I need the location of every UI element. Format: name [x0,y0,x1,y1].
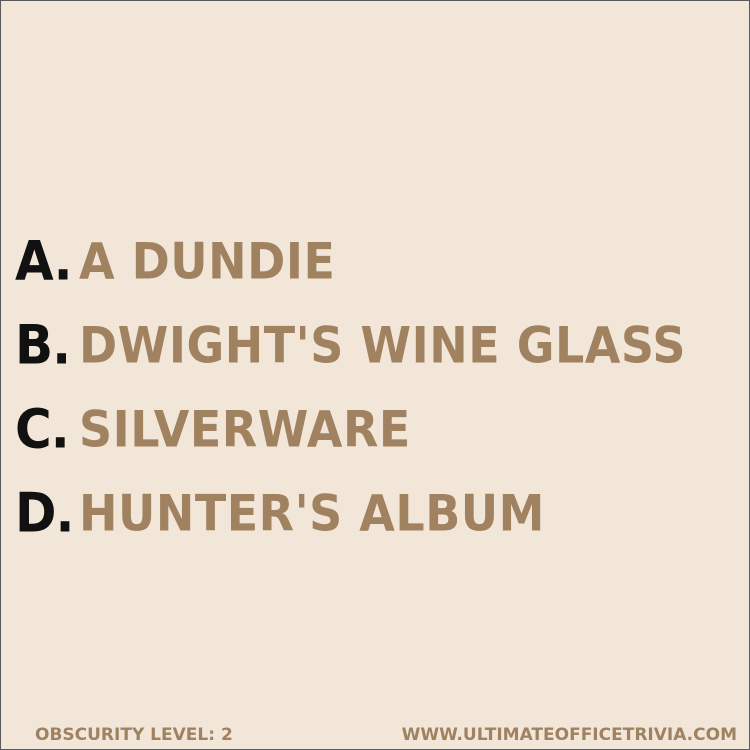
option-letter: D. [15,481,75,545]
option-c: C. SILVERWARE [15,387,740,471]
option-text: A DUNDIE [79,231,336,291]
option-b: B. DWIGHT'S WINE GLASS [15,303,740,387]
answer-options: A. A DUNDIE B. DWIGHT'S WINE GLASS C. SI… [15,219,740,555]
option-a: A. A DUNDIE [15,219,740,303]
option-text: HUNTER'S ALBUM [79,483,545,543]
option-text: DWIGHT'S WINE GLASS [79,315,687,375]
option-text: SILVERWARE [79,399,411,459]
option-d: D. HUNTER'S ALBUM [15,471,740,555]
option-letter: A. [15,229,73,293]
option-letter: C. [15,397,70,461]
obscurity-level: OBSCURITY LEVEL: 2 [35,725,233,745]
trivia-card: { "options": [ {"letter": "A.", "text": … [0,0,750,750]
website-url: WWW.ULTIMATEOFFICETRIVIA.COM [401,725,737,745]
option-letter: B. [15,313,71,377]
